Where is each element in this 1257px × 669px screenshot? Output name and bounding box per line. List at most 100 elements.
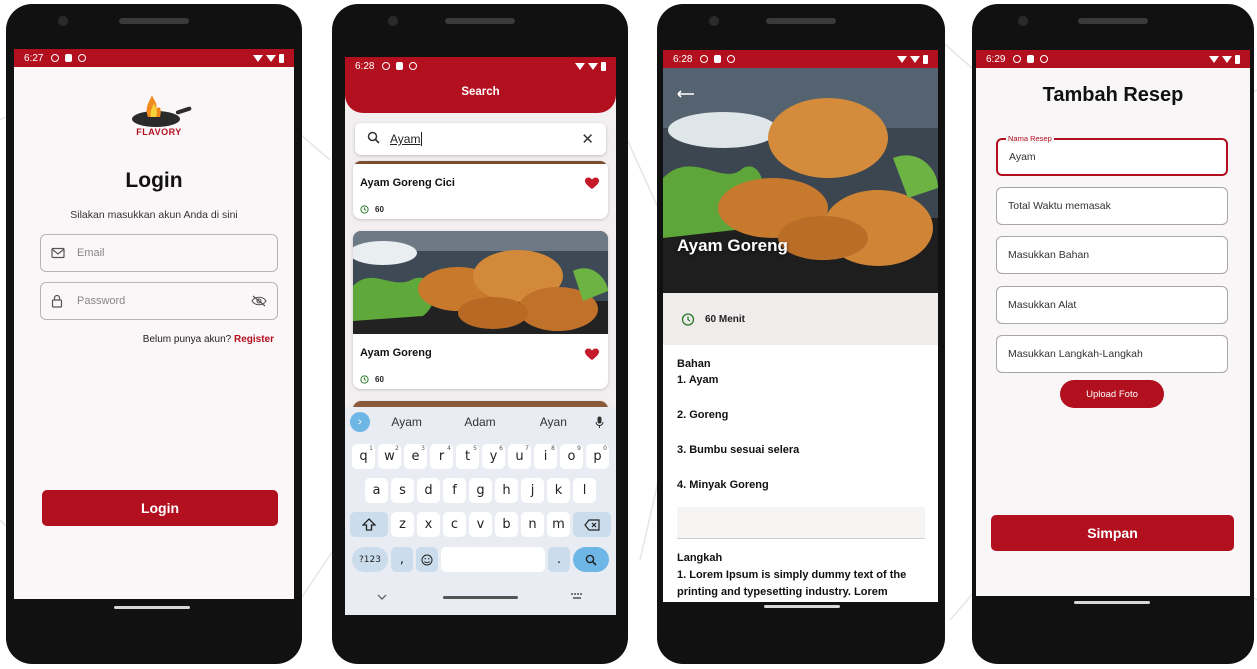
emoji-key[interactable] — [416, 547, 438, 572]
key-o[interactable]: o9 — [560, 444, 583, 469]
backspace-icon — [584, 518, 600, 531]
register-link[interactable]: Register — [234, 334, 274, 345]
key-k[interactable]: k — [547, 478, 570, 503]
key-x[interactable]: x — [417, 512, 440, 537]
home-indicator[interactable] — [114, 606, 190, 609]
key-m[interactable]: m — [547, 512, 570, 537]
ingredients-field[interactable]: Masukkan Bahan — [996, 236, 1228, 274]
home-indicator[interactable] — [764, 605, 840, 608]
battery-icon — [923, 54, 928, 64]
key-t[interactable]: t5 — [456, 444, 479, 469]
front-camera — [709, 16, 719, 26]
search-query: Ayam — [390, 132, 421, 146]
recipe-name-label: Nama Resep — [1006, 134, 1054, 143]
key-row-2: a s d f g h j k l — [345, 478, 616, 503]
key-n[interactable]: n — [521, 512, 544, 537]
back-arrow-icon[interactable] — [677, 90, 695, 98]
key-q[interactable]: q1 — [352, 444, 375, 469]
phone-add-recipe: 6:29 Tambah Resep Nama Resep Ayam Total … — [972, 4, 1254, 664]
search-input[interactable]: Ayam ✕ — [355, 123, 606, 155]
save-button[interactable]: Simpan — [991, 515, 1234, 551]
key-p[interactable]: p0 — [586, 444, 609, 469]
signal-icon — [910, 55, 920, 63]
key-d[interactable]: d — [417, 478, 440, 503]
recipe-time: 60 — [360, 205, 384, 214]
recipe-time-value: 60 — [375, 375, 384, 384]
key-z[interactable]: z — [391, 512, 414, 537]
password-field[interactable]: Password — [40, 282, 278, 320]
upload-photo-button[interactable]: Upload Foto — [1060, 380, 1164, 408]
signal-icon — [1222, 55, 1232, 63]
key-i[interactable]: i8 — [534, 444, 557, 469]
eye-off-icon[interactable] — [251, 295, 267, 307]
key-y[interactable]: y6 — [482, 444, 505, 469]
status-bar: 6:28 — [663, 50, 938, 68]
key-f[interactable]: f — [443, 478, 466, 503]
suggestion-word[interactable]: Ayam — [370, 415, 443, 429]
key-b[interactable]: b — [495, 512, 518, 537]
home-indicator[interactable] — [1074, 601, 1150, 604]
cooking-time-field[interactable]: Total Waktu memasak — [996, 187, 1228, 225]
backspace-key[interactable] — [573, 512, 611, 537]
suggestion-word[interactable]: Adam — [443, 415, 516, 429]
key-s[interactable]: s — [391, 478, 414, 503]
recipe-photo — [353, 231, 608, 334]
period-key[interactable]: . — [548, 547, 570, 572]
search-key[interactable] — [573, 547, 609, 572]
page-title: Login — [125, 169, 183, 192]
shift-key[interactable] — [350, 512, 388, 537]
front-camera — [58, 16, 68, 26]
recipe-card[interactable]: Ayam Goreng 60 — [353, 231, 608, 389]
ingredient-item: 4. Minyak Goreng — [677, 479, 769, 491]
signal-icon — [588, 62, 598, 70]
timer-icon — [360, 375, 369, 384]
key-h[interactable]: h — [495, 478, 518, 503]
chevron-down-icon[interactable] — [377, 594, 387, 600]
symbols-key[interactable]: ?123 — [352, 547, 388, 572]
keyboard-icon[interactable] — [571, 593, 583, 601]
page-subtitle: Silakan masukkan akun Anda di sini — [70, 209, 238, 221]
key-u[interactable]: u7 — [508, 444, 531, 469]
card-image-edge — [353, 161, 608, 164]
ingredient-item: 2. Goreng — [677, 409, 729, 421]
key-l[interactable]: l — [573, 478, 596, 503]
wifi-icon — [575, 62, 585, 70]
heart-icon[interactable] — [584, 176, 600, 190]
email-field[interactable]: Email — [40, 234, 278, 272]
search-icon — [367, 131, 380, 147]
shield-icon — [51, 54, 60, 62]
key-e[interactable]: e3 — [404, 444, 427, 469]
suggestion-word[interactable]: Ayan — [517, 415, 590, 429]
comma-key[interactable]: , — [391, 547, 413, 572]
sync-icon — [78, 54, 87, 62]
sd-card-icon — [1027, 55, 1035, 63]
key-r[interactable]: r4 — [430, 444, 453, 469]
duration-bar: 60 Menit — [663, 293, 938, 345]
space-key[interactable] — [441, 547, 545, 572]
timer-icon — [681, 313, 695, 326]
key-g[interactable]: g — [469, 478, 492, 503]
login-button[interactable]: Login — [42, 490, 278, 526]
logo-wordmark: FLAVORY — [136, 127, 182, 137]
key-row-4: ?123 , . — [345, 547, 616, 572]
recipe-name-field[interactable]: Nama Resep Ayam — [996, 134, 1228, 176]
signal-icon — [266, 54, 276, 62]
mic-icon[interactable] — [590, 416, 610, 429]
status-time: 6:28 — [355, 60, 375, 72]
key-w[interactable]: w2 — [378, 444, 401, 469]
key-j[interactable]: j — [521, 478, 544, 503]
sync-icon — [1040, 55, 1049, 63]
phone-detail: 6:28 Ayam Goreng 60 Menit Bahan 1. Ayam … — [657, 4, 945, 664]
steps-field[interactable]: Masukkan Langkah-Langkah — [996, 335, 1228, 373]
home-indicator[interactable] — [443, 596, 518, 599]
clear-icon[interactable]: ✕ — [581, 130, 594, 148]
expand-icon[interactable]: › — [350, 412, 370, 432]
recipe-time: 60 — [360, 375, 384, 384]
key-v[interactable]: v — [469, 512, 492, 537]
tools-field[interactable]: Masukkan Alat — [996, 286, 1228, 324]
recipe-card[interactable]: Ayam Goreng Cici 60 — [353, 161, 608, 219]
key-a[interactable]: a — [365, 478, 388, 503]
duration-value: 60 Menit — [705, 313, 746, 325]
key-c[interactable]: c — [443, 512, 466, 537]
heart-icon[interactable] — [584, 347, 600, 361]
